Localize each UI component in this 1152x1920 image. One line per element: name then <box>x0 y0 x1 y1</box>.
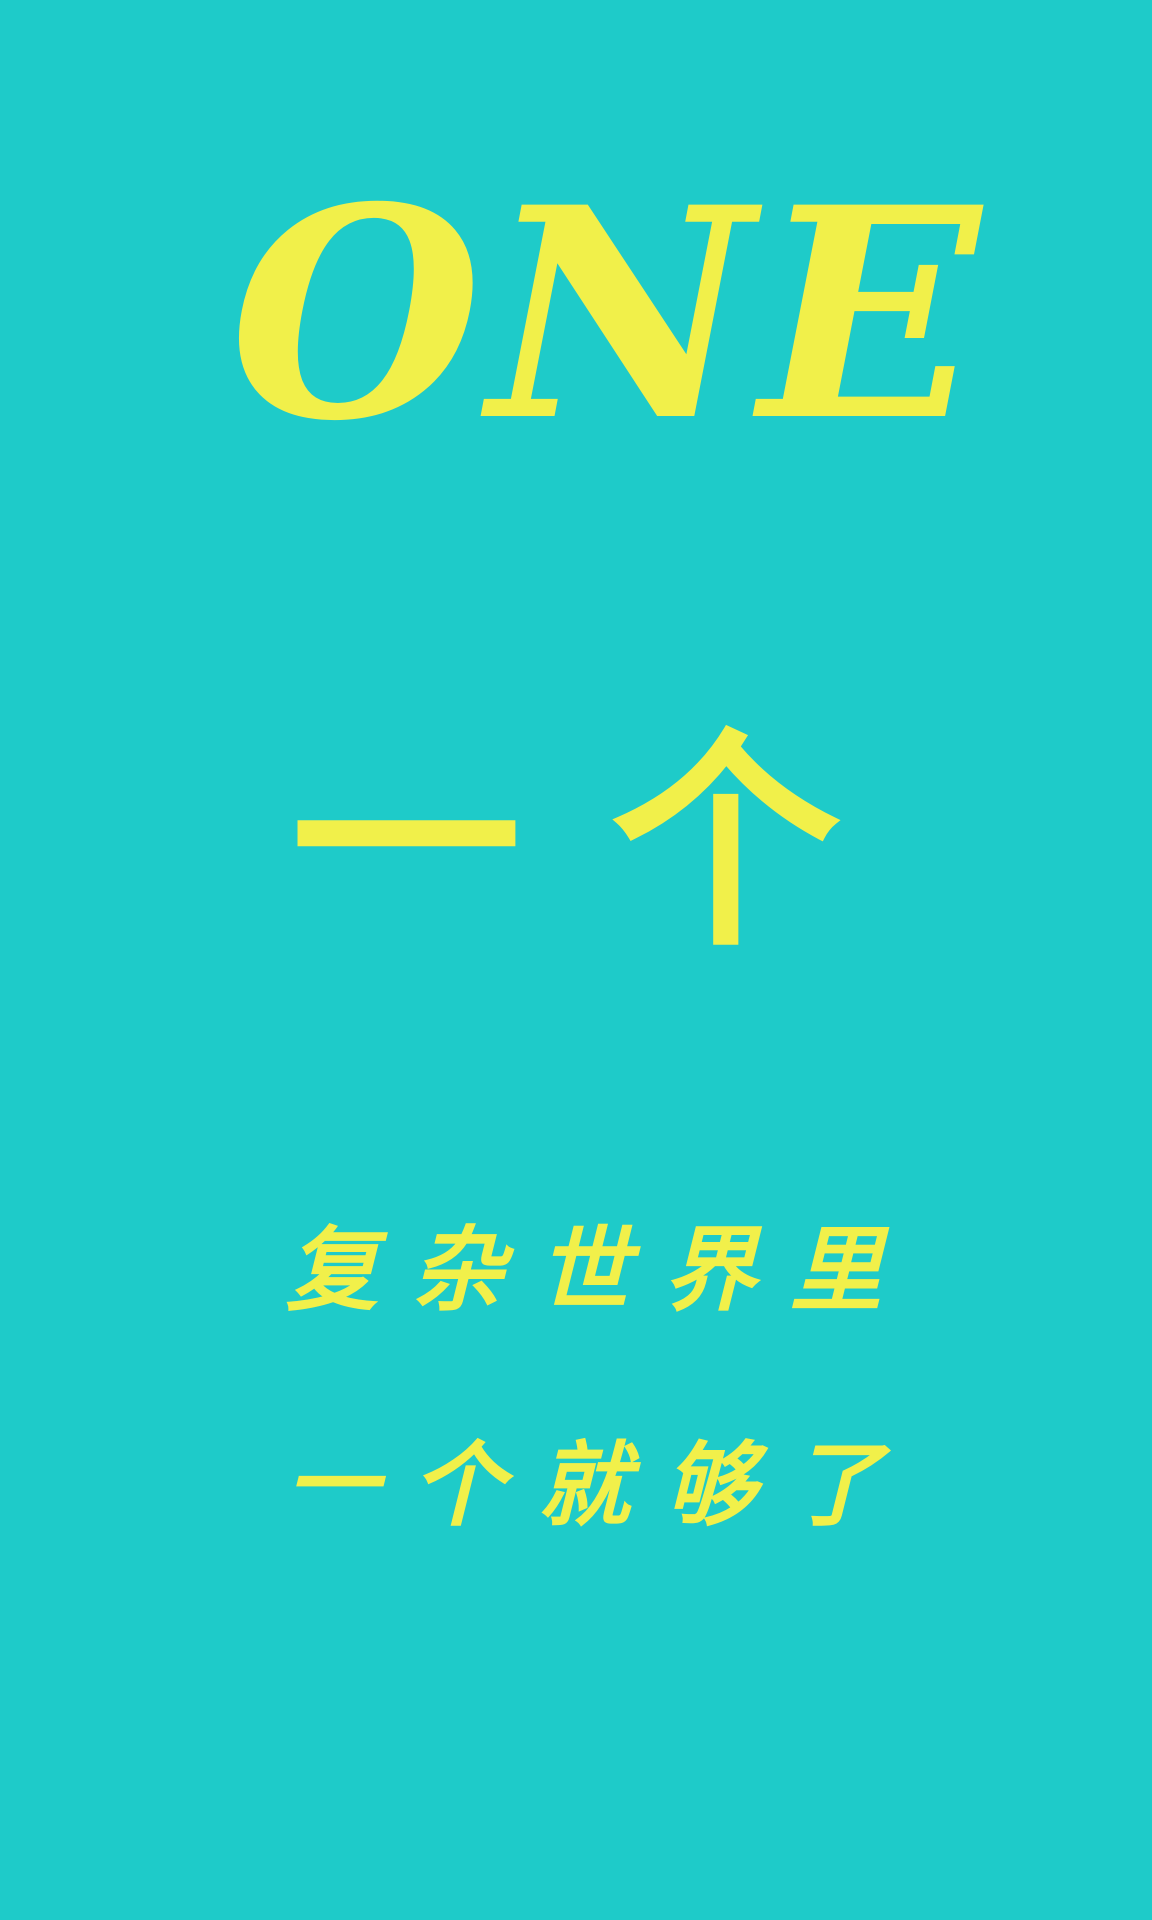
slogan-line-1: 复杂世界里 <box>285 1216 916 1324</box>
splash-screen: ONE 一个 复杂世界里 一个就够了 <box>0 0 1152 1920</box>
app-title: ONE <box>229 145 987 485</box>
slogan-line-2: 一个就够了 <box>285 1431 916 1539</box>
app-subtitle: 一个 <box>291 711 931 978</box>
